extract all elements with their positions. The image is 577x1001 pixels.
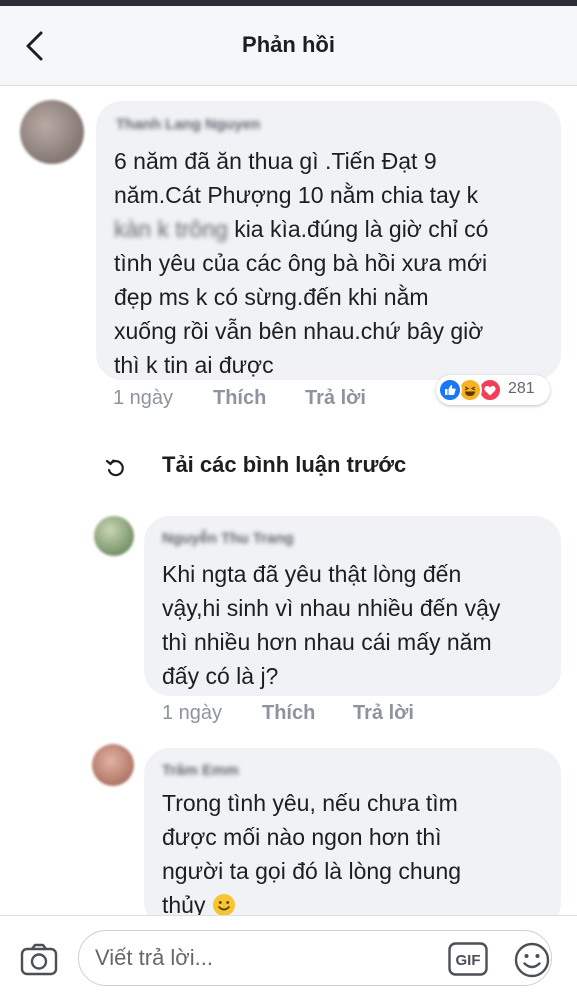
refresh-icon — [105, 459, 124, 477]
comment-line: được mối nào ngon hơn thì — [162, 824, 442, 850]
emoji-icon — [514, 942, 550, 978]
comment-line: đẹp ms k có sừng.đến khi nằm — [114, 284, 429, 310]
avatar[interactable] — [94, 516, 134, 556]
reaction-count: 281 — [508, 380, 535, 397]
avatar[interactable] — [92, 744, 134, 786]
like-button[interactable]: Thích — [213, 387, 266, 410]
avatar[interactable] — [20, 100, 84, 164]
top-bar: Phản hồi — [0, 6, 577, 86]
gif-label: GIF — [456, 952, 481, 969]
comment-author[interactable]: Trâm Emm — [162, 762, 239, 779]
comment-line: kàn k trông kia kìa.đúng là giờ chỉ có — [114, 212, 488, 246]
comment-line: Trong tình yêu, nếu chưa tìm — [162, 790, 458, 816]
reply-composer: GIF — [0, 915, 577, 1001]
comment-line: Khi ngta đã yêu thật lòng đến — [162, 561, 462, 587]
comment-line: đấy có là j? — [162, 663, 279, 689]
comment-time: 1 ngày — [113, 387, 174, 409]
comment-time: 1 ngày — [162, 702, 223, 724]
comment-text: Trong tình yêu, nếu chưa tìm được mối nà… — [162, 786, 461, 926]
reply-label: Trả lời — [353, 702, 414, 724]
comment-author[interactable]: Nguyễn Thu Trang — [162, 530, 294, 547]
page-title: Phản hồi — [242, 32, 335, 57]
comment-line: vậy,hi sinh vì nhau nhiều đến vậy — [162, 595, 501, 621]
like-label: Thích — [213, 387, 267, 409]
camera-button[interactable] — [18, 938, 60, 980]
blurred-text: kàn k trông — [114, 216, 228, 242]
emoji-button[interactable] — [512, 940, 552, 980]
comment-line-rest: kia kìa.đúng là giờ chỉ có — [234, 216, 489, 242]
reply-button[interactable]: Trả lời — [353, 702, 414, 725]
comment-line: tình yêu của các ông bà hồi xưa mới — [114, 250, 488, 276]
like-button[interactable]: Thích — [262, 702, 315, 725]
like-reaction-icon — [438, 378, 462, 402]
comment-line: thì k tin ai được — [114, 352, 274, 378]
comment-line: năm.Cát Phượng 10 nằm chia tay k — [114, 182, 479, 208]
like-label: Thích — [262, 702, 316, 724]
comment-line: 6 năm đã ăn thua gì .Tiến Đạt 9 — [114, 148, 437, 174]
comment-text: 6 năm đã ăn thua gì .Tiến Đạt 9 năm.Cát … — [114, 144, 488, 382]
comment-line: người ta gọi đó là lòng chung — [162, 858, 462, 884]
reply-button[interactable]: Trả lời — [305, 387, 366, 410]
load-previous-comments[interactable]: Tải các bình luận trước — [100, 448, 440, 484]
comment-line: thì nhiều hơn nhau cái mấy năm — [162, 629, 492, 655]
comment-line: xuống rồi vẫn bên nhau.chứ bây giờ — [114, 318, 484, 344]
gif-icon: GIF — [448, 942, 488, 976]
gif-button[interactable]: GIF — [448, 942, 488, 976]
load-previous-label: Tải các bình luận trước — [162, 452, 407, 477]
comment-author[interactable]: Thanh Lang Nguyen — [116, 116, 260, 133]
reply-label: Trả lời — [305, 387, 366, 409]
comment-text: Khi ngta đã yêu thật lòng đến vậy,hi sin… — [162, 557, 500, 693]
reactions-summary[interactable]: 281 — [436, 375, 550, 405]
camera-icon — [20, 943, 58, 976]
